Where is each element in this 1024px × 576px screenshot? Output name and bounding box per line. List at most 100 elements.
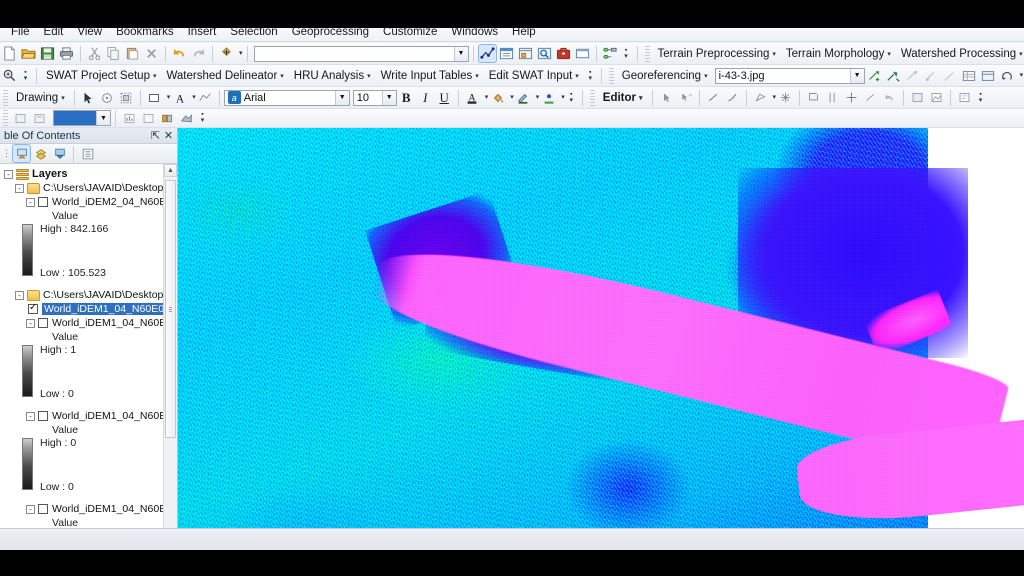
zoom-layer-icon[interactable] bbox=[159, 110, 176, 127]
add-control-points-icon[interactable] bbox=[866, 67, 883, 84]
catalog-icon[interactable] bbox=[517, 45, 534, 62]
toc-vertical-scrollbar[interactable]: ▲ ▼ bbox=[163, 164, 177, 552]
model-builder-icon[interactable] bbox=[602, 45, 619, 62]
undo-icon[interactable] bbox=[171, 45, 188, 62]
menu-georeferencing[interactable]: Georeferencing ▾ bbox=[617, 69, 713, 83]
fill-color-icon[interactable] bbox=[489, 89, 506, 106]
chevron-down-icon[interactable]: ▼ bbox=[381, 90, 396, 105]
undo-sketch-icon[interactable] bbox=[881, 89, 898, 106]
new-text-icon[interactable]: A bbox=[171, 89, 188, 106]
chevron-down-icon[interactable]: ▼ bbox=[453, 46, 468, 61]
list-by-visibility-icon[interactable] bbox=[51, 145, 68, 162]
edit-annotation-icon[interactable]: A bbox=[677, 89, 694, 106]
toolbar-grip[interactable] bbox=[644, 45, 650, 62]
scroll-up-arrow[interactable]: ▲ bbox=[164, 164, 177, 177]
menu-watershed-delineator[interactable]: Watershed Delineator ▾ bbox=[161, 69, 288, 83]
fill-color-dropdown-caret[interactable]: ▾ bbox=[510, 93, 514, 101]
georeferencing-layer-combo[interactable]: i-43-3.jpg ▼ bbox=[714, 67, 865, 84]
map-data-frame[interactable] bbox=[178, 128, 1024, 552]
layer-item[interactable]: World_iDEM1_04_N60E010 bbox=[0, 302, 163, 316]
rotate-element-icon[interactable] bbox=[99, 89, 116, 106]
link-point-3-icon[interactable] bbox=[942, 67, 959, 84]
chevron-down-icon[interactable]: ▼ bbox=[96, 111, 110, 125]
python-window-icon[interactable] bbox=[574, 45, 591, 62]
open-folder-icon[interactable] bbox=[20, 45, 37, 62]
rectangle-sketch-icon[interactable] bbox=[805, 89, 822, 106]
group-elements-icon[interactable] bbox=[118, 89, 135, 106]
font-color-dropdown-caret[interactable]: ▾ bbox=[485, 93, 489, 101]
chevron-down-icon[interactable]: ▼ bbox=[334, 90, 349, 105]
histogram-icon[interactable] bbox=[121, 110, 138, 127]
georeference-table-icon[interactable] bbox=[980, 67, 997, 84]
save-icon[interactable] bbox=[39, 45, 56, 62]
marker-color-dropdown-caret[interactable]: ▾ bbox=[561, 93, 565, 101]
bold-button[interactable]: B bbox=[398, 89, 415, 106]
cut-icon[interactable] bbox=[86, 45, 103, 62]
layer-item[interactable]: - World_iDEM2_04_N60E010 bbox=[0, 195, 163, 209]
layer-visibility-checkbox[interactable] bbox=[28, 302, 38, 314]
zoom-in-icon[interactable] bbox=[1, 67, 18, 84]
new-document-icon[interactable] bbox=[1, 45, 18, 62]
line-color-icon[interactable] bbox=[515, 89, 532, 106]
redo-icon[interactable] bbox=[190, 45, 207, 62]
layer-visibility-checkbox[interactable] bbox=[38, 504, 48, 514]
toolbar-grip[interactable] bbox=[3, 89, 8, 106]
raster-calculator-icon[interactable] bbox=[31, 110, 48, 127]
expander-icon[interactable]: - bbox=[26, 197, 35, 207]
auto-register-icon[interactable] bbox=[885, 67, 902, 84]
toolbar-overflow-button[interactable]: ▪ ▾ bbox=[586, 67, 595, 85]
search-icon[interactable] bbox=[536, 45, 553, 62]
dem-raster-layer[interactable] bbox=[178, 128, 1024, 552]
link-point-1-icon[interactable] bbox=[904, 67, 921, 84]
add-data-dropdown-caret[interactable]: ▾ bbox=[239, 49, 243, 57]
link-point-2-icon[interactable] bbox=[923, 67, 940, 84]
expander-icon[interactable]: - bbox=[15, 183, 24, 193]
list-by-selection-icon[interactable] bbox=[79, 145, 96, 162]
expander-icon[interactable]: - bbox=[26, 411, 35, 421]
menu-edit-swat-input[interactable]: Edit SWAT Input ▾ bbox=[484, 69, 584, 83]
chevron-down-icon[interactable]: ▼ bbox=[849, 68, 864, 83]
toolbar-overflow-button[interactable]: ▪ ▾ bbox=[622, 45, 631, 63]
view-link-table-icon[interactable] bbox=[961, 67, 978, 84]
distance-icon[interactable] bbox=[862, 89, 879, 106]
auto-hide-pin-icon[interactable]: ⇱ bbox=[149, 129, 162, 142]
expander-icon[interactable]: - bbox=[15, 290, 24, 300]
toolbar-overflow-button[interactable]: ▪ ▾ bbox=[567, 89, 576, 107]
edit-vertices-icon[interactable] bbox=[197, 89, 214, 106]
midpoint-icon[interactable] bbox=[824, 89, 841, 106]
menu-editor[interactable]: Editor ▾ bbox=[598, 91, 648, 105]
sketch-properties-icon[interactable] bbox=[928, 89, 945, 106]
new-rectangle-icon[interactable] bbox=[146, 89, 163, 106]
marker-color-icon[interactable] bbox=[540, 89, 557, 106]
layer-group-1[interactable]: - C:\Users\JAVAID\Desktop\iWI bbox=[0, 288, 163, 302]
new-rectangle-dropdown-caret[interactable]: ▾ bbox=[167, 93, 171, 101]
straight-segment-icon[interactable] bbox=[705, 89, 722, 106]
close-icon[interactable]: ✕ bbox=[162, 129, 175, 142]
line-color-dropdown-caret[interactable]: ▾ bbox=[536, 93, 540, 101]
arctoolbox-icon[interactable] bbox=[555, 45, 572, 62]
layer-item[interactable]: - World_iDEM1_04_N60E010 bbox=[0, 502, 163, 516]
toolbar-grip[interactable] bbox=[608, 67, 614, 84]
layer-tree-root[interactable]: - Layers bbox=[0, 167, 163, 181]
edit-tool-icon[interactable] bbox=[658, 89, 675, 106]
toolbar-grip[interactable] bbox=[589, 89, 595, 106]
font-name-combo[interactable]: a Arial ▼ bbox=[223, 89, 350, 106]
layer-item[interactable]: - World_iDEM1_04_N60E010 bbox=[0, 316, 163, 330]
end-point-arc-icon[interactable] bbox=[724, 89, 741, 106]
expander-icon[interactable]: - bbox=[26, 318, 35, 328]
menu-watershed-processing[interactable]: Watershed Processing ▾ bbox=[896, 47, 1024, 61]
layer-group-0[interactable]: - C:\Users\JAVAID\Desktop\iWI bbox=[0, 181, 163, 195]
layer-tree[interactable]: -Layers-C:\Users\JAVAID\Desktop\iWI-Worl… bbox=[0, 164, 163, 552]
attributes-icon[interactable] bbox=[909, 89, 926, 106]
map-scale-combo[interactable]: ▼ bbox=[253, 45, 469, 62]
layer-selector-combo[interactable]: ▼ bbox=[53, 110, 111, 126]
copy-icon[interactable] bbox=[105, 45, 122, 62]
menu-hru-analysis[interactable]: HRU Analysis ▾ bbox=[289, 69, 376, 83]
font-size-combo[interactable]: 10 ▼ bbox=[352, 89, 397, 106]
toolbar-overflow-button[interactable]: ▪ ▾ bbox=[21, 67, 30, 85]
layer-visibility-checkbox[interactable] bbox=[38, 411, 48, 421]
table-of-contents-icon[interactable] bbox=[498, 45, 515, 62]
list-by-drawing-order-icon[interactable] bbox=[12, 144, 31, 163]
new-text-dropdown-caret[interactable]: ▾ bbox=[192, 93, 196, 101]
toolbar-grip[interactable] bbox=[3, 110, 8, 126]
